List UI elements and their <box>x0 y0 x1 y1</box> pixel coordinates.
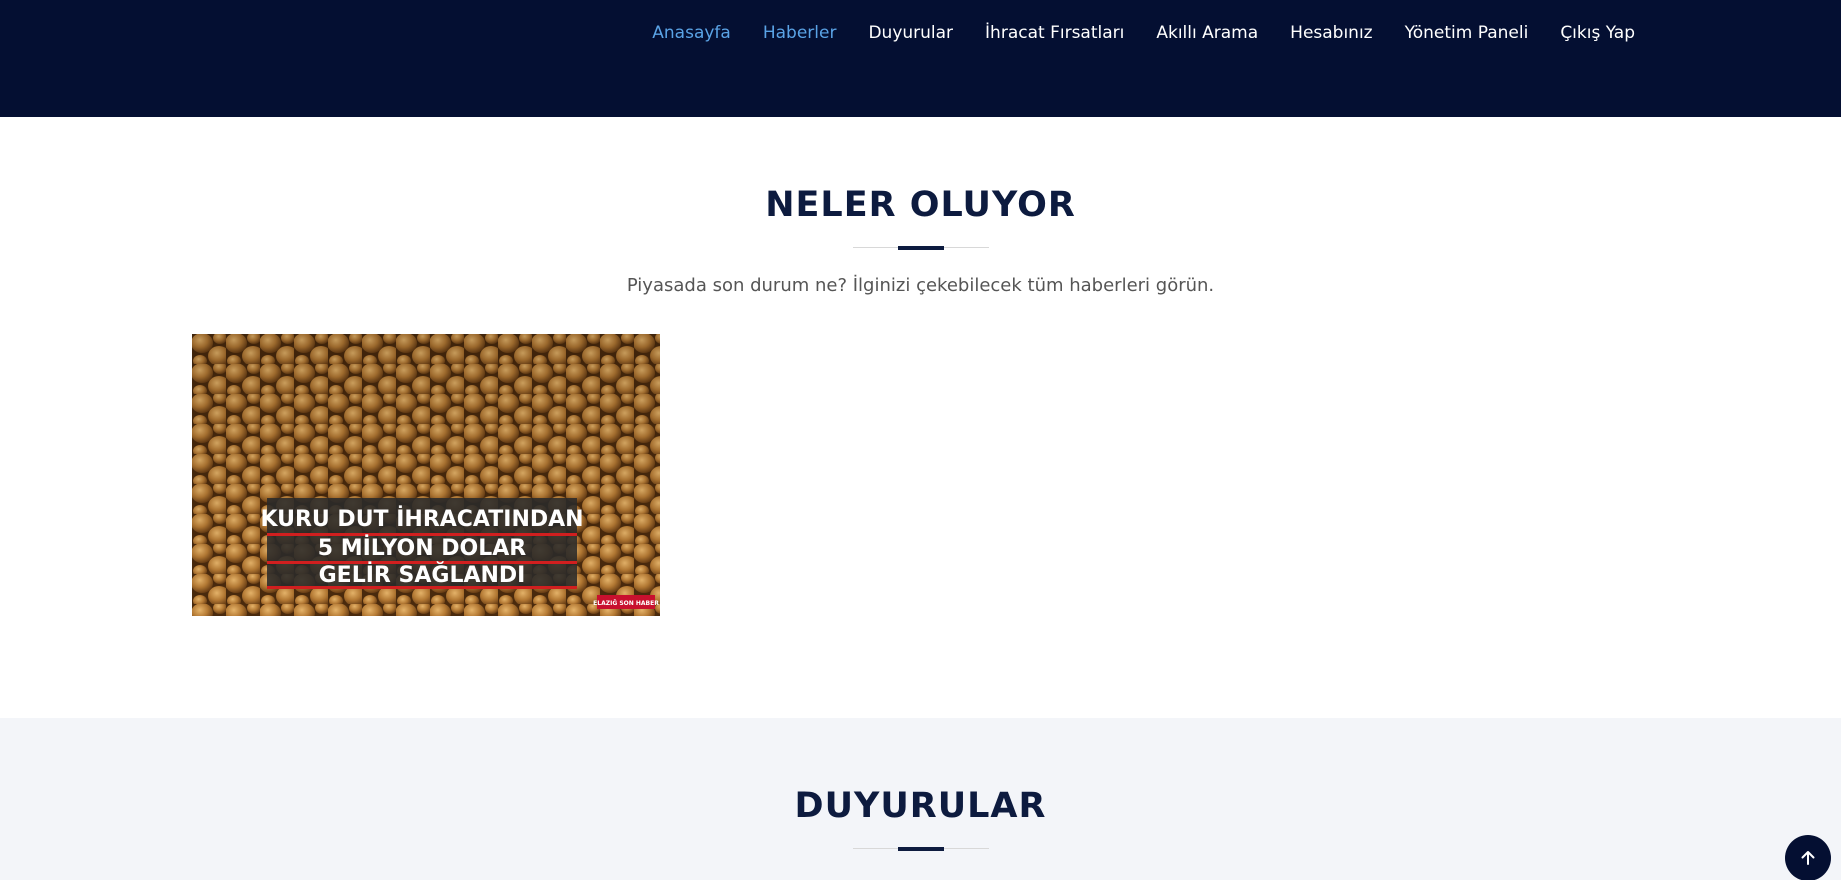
nav-item-haberler[interactable]: Haberler <box>747 20 853 46</box>
nav-item-anasayfa[interactable]: Anasayfa <box>636 20 747 46</box>
nav-item-akilli-arama[interactable]: Akıllı Arama <box>1140 20 1274 46</box>
nav-item-duyurular[interactable]: Duyurular <box>852 20 969 46</box>
news-card-caption-line-2: 5 MİLYON DOLAR <box>318 535 527 561</box>
news-section-subtitle: Piyasada son durum ne? İlginizi çekebile… <box>626 275 1215 296</box>
announcements-section: DUYURULAR <box>0 718 1841 880</box>
nav-item-yonetim-paneli[interactable]: Yönetim Paneli <box>1389 20 1545 46</box>
news-card-image: KURU DUT İHRACATINDAN 5 MİLYON DOLAR GEL… <box>192 334 660 616</box>
news-card[interactable]: KURU DUT İHRACATINDAN 5 MİLYON DOLAR GEL… <box>192 334 660 616</box>
news-card-caption-line-3: GELİR SAĞLANDI <box>319 562 526 588</box>
announcements-section-title: DUYURULAR <box>794 786 1047 826</box>
nav-item-ihracat-firsatlari[interactable]: İhracat Fırsatları <box>969 20 1140 46</box>
nav-item-cikis-yap[interactable]: Çıkış Yap <box>1544 20 1651 46</box>
back-to-top-button[interactable] <box>1785 835 1831 880</box>
news-card-caption-line-1: KURU DUT İHRACATINDAN <box>260 506 583 532</box>
arrow-up-icon <box>1801 851 1815 865</box>
news-section-title: NELER OLUYOR <box>765 185 1076 225</box>
main-nav: Anasayfa Haberler Duyurular İhracat Fırs… <box>636 20 1651 46</box>
announcements-section-divider <box>852 847 989 851</box>
nav-item-hesabiniz[interactable]: Hesabınız <box>1274 20 1388 46</box>
news-card-watermark: ELAZIĞ SON HABER <box>593 600 659 607</box>
news-section: NELER OLUYOR Piyasada son durum ne? İlgi… <box>0 117 1841 718</box>
site-header: Anasayfa Haberler Duyurular İhracat Fırs… <box>0 0 1841 117</box>
news-section-divider <box>852 246 989 250</box>
